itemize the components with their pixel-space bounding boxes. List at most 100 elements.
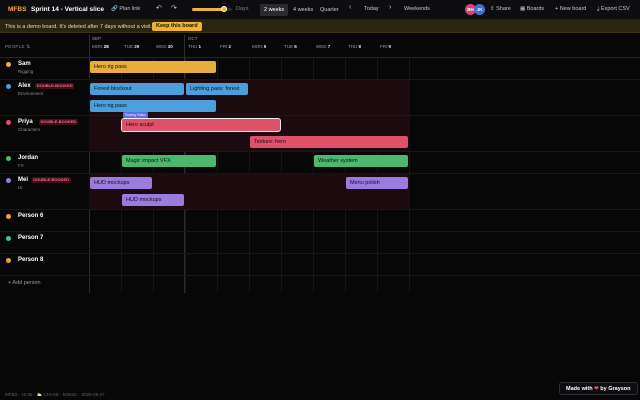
month-label: OCT — [188, 36, 198, 41]
row-divider — [0, 209, 640, 210]
plan-link-button[interactable]: 🔗 Plan link — [111, 6, 140, 12]
double-booked-badge: DOUBLE-BOOKED — [39, 119, 78, 125]
row-divider — [0, 151, 640, 152]
task-bar[interactable]: Hero rig pass — [90, 61, 216, 73]
people-sort-header[interactable]: PEOPLE ⇅ — [5, 44, 30, 50]
demo-banner: This is a demo board. It's deleted after… — [0, 20, 640, 33]
zoom-label: Days — [236, 6, 249, 12]
zoom-slider-handle[interactable] — [221, 6, 227, 12]
avatar[interactable]: JK — [474, 4, 485, 15]
add-person-button[interactable]: + Add person — [8, 280, 41, 286]
month-divider — [89, 35, 90, 293]
day-header: TUE 6 — [284, 44, 297, 49]
person-role: Rigging — [18, 69, 34, 74]
day-of-week: MON — [92, 44, 103, 49]
person-color-dot — [6, 62, 11, 67]
top-bar: MFBS Sprint 14 - Vertical slice 🔗 Plan l… — [0, 0, 640, 20]
view-4-weeks-button[interactable]: 4 weeks — [289, 4, 317, 16]
person-color-dot — [6, 120, 11, 125]
export-csv-button[interactable]: ⤓ Export CSV — [597, 6, 630, 13]
app-logo[interactable]: MFBS — [8, 6, 26, 13]
view-quarter-button[interactable]: Quarter — [316, 4, 343, 16]
day-header: MON 5 — [252, 44, 266, 49]
double-booked-badge: DOUBLE-BOOKED — [35, 83, 75, 89]
task-assignee-tag: Sunny Kato — [123, 112, 148, 118]
person-role: FX — [18, 163, 24, 168]
day-number: 29 — [134, 44, 140, 49]
next-icon[interactable]: › — [389, 4, 391, 11]
day-of-week: FRI — [220, 44, 228, 49]
task-bar[interactable]: HUD mockups — [90, 177, 152, 189]
day-gridline — [409, 57, 410, 293]
day-number: 9 — [388, 44, 392, 49]
task-bar[interactable]: Weather system — [314, 155, 408, 167]
person-name: Mei — [18, 177, 29, 183]
row-divider — [0, 231, 640, 232]
previous-icon[interactable]: ‹ — [349, 4, 351, 11]
person-role: Environment — [18, 91, 44, 96]
boards-button[interactable]: ▦ Boards — [520, 6, 544, 12]
person-color-dot — [6, 236, 11, 241]
new-board-button[interactable]: + New board — [555, 6, 586, 12]
day-header: THU 1 — [188, 44, 201, 49]
person-role: UI — [18, 185, 23, 190]
footer-version: MFBS · v0.58 · ⛅ CHASE · b0942c · 2026-0… — [5, 392, 105, 397]
person-color-dot — [6, 178, 11, 183]
person-name: Alex — [18, 83, 31, 89]
person-color-dot — [6, 258, 11, 263]
person-color-dot — [6, 214, 11, 219]
person-color-dot — [6, 84, 11, 89]
task-bar[interactable]: Lighting pass: forest — [186, 83, 248, 95]
redo-icon[interactable]: ↷ — [171, 4, 177, 12]
person-name: Person 8 — [18, 257, 44, 263]
day-number: 1 — [198, 44, 202, 49]
day-header: MON 28 — [92, 44, 109, 49]
task-bar[interactable]: Forest blockout — [90, 83, 184, 95]
day-number: 6 — [294, 44, 297, 49]
weekends-toggle[interactable]: Weekends — [404, 6, 430, 12]
undo-icon[interactable]: ↶ — [156, 4, 162, 12]
row-divider — [0, 253, 640, 254]
day-header: THU 8 — [348, 44, 361, 49]
day-of-week: FRI — [380, 44, 388, 49]
day-header: FRI 9 — [380, 44, 391, 49]
month-label: SEP — [92, 36, 102, 41]
day-of-week: MON — [252, 44, 263, 49]
day-number: 8 — [358, 44, 362, 49]
keep-board-button[interactable]: Keep this board — [152, 22, 202, 31]
task-bar[interactable]: Magic impact VFX — [122, 155, 216, 167]
day-of-week: TUE — [284, 44, 293, 49]
zoom-slider[interactable] — [192, 6, 232, 12]
person-name: Person 7 — [18, 235, 44, 241]
banner-message: This is a demo board. It's deleted after… — [5, 23, 153, 30]
task-bar[interactable]: Texture: hero — [250, 136, 408, 148]
boards-icon: ▦ — [520, 6, 527, 12]
double-booked-badge: DOUBLE-BOOKED — [31, 177, 71, 183]
day-number: 28 — [103, 44, 109, 49]
day-header: FRI 2 — [220, 44, 231, 49]
task-bar[interactable]: Hero sculpt — [121, 118, 281, 132]
made-with-badge[interactable]: Made with ❤ by Grayson — [559, 382, 638, 395]
today-button[interactable]: Today — [364, 6, 379, 12]
day-number: 7 — [327, 44, 331, 49]
day-of-week: WED — [316, 44, 327, 49]
day-number: 2 — [228, 44, 232, 49]
board-title[interactable]: Sprint 14 - Vertical slice — [31, 6, 104, 13]
task-bar[interactable]: HUD mockups — [122, 194, 184, 206]
task-bar[interactable]: Hero rig pass — [90, 100, 216, 112]
share-button[interactable]: ⇪ Share — [490, 6, 511, 12]
day-header: TUE 29 — [124, 44, 139, 49]
row-divider — [0, 275, 640, 276]
person-name: Priya — [18, 119, 33, 125]
day-of-week: THU — [188, 44, 198, 49]
person-name: Jordan — [18, 155, 39, 161]
timeline-grid: PEOPLE ⇅ SEP OCT MON 28 TUE 29 WED 30 THU 1 FR… — [0, 33, 640, 293]
view-2-weeks-button[interactable]: 2 weeks — [260, 4, 289, 16]
person-name: Sam — [18, 61, 31, 67]
task-bar[interactable]: Menu polish — [346, 177, 408, 189]
person-name: Person 6 — [18, 213, 44, 219]
day-of-week: WED — [156, 44, 167, 49]
heart-icon: ❤ — [594, 386, 599, 392]
day-header: WED 30 — [156, 44, 173, 49]
day-of-week: TUE — [124, 44, 133, 49]
